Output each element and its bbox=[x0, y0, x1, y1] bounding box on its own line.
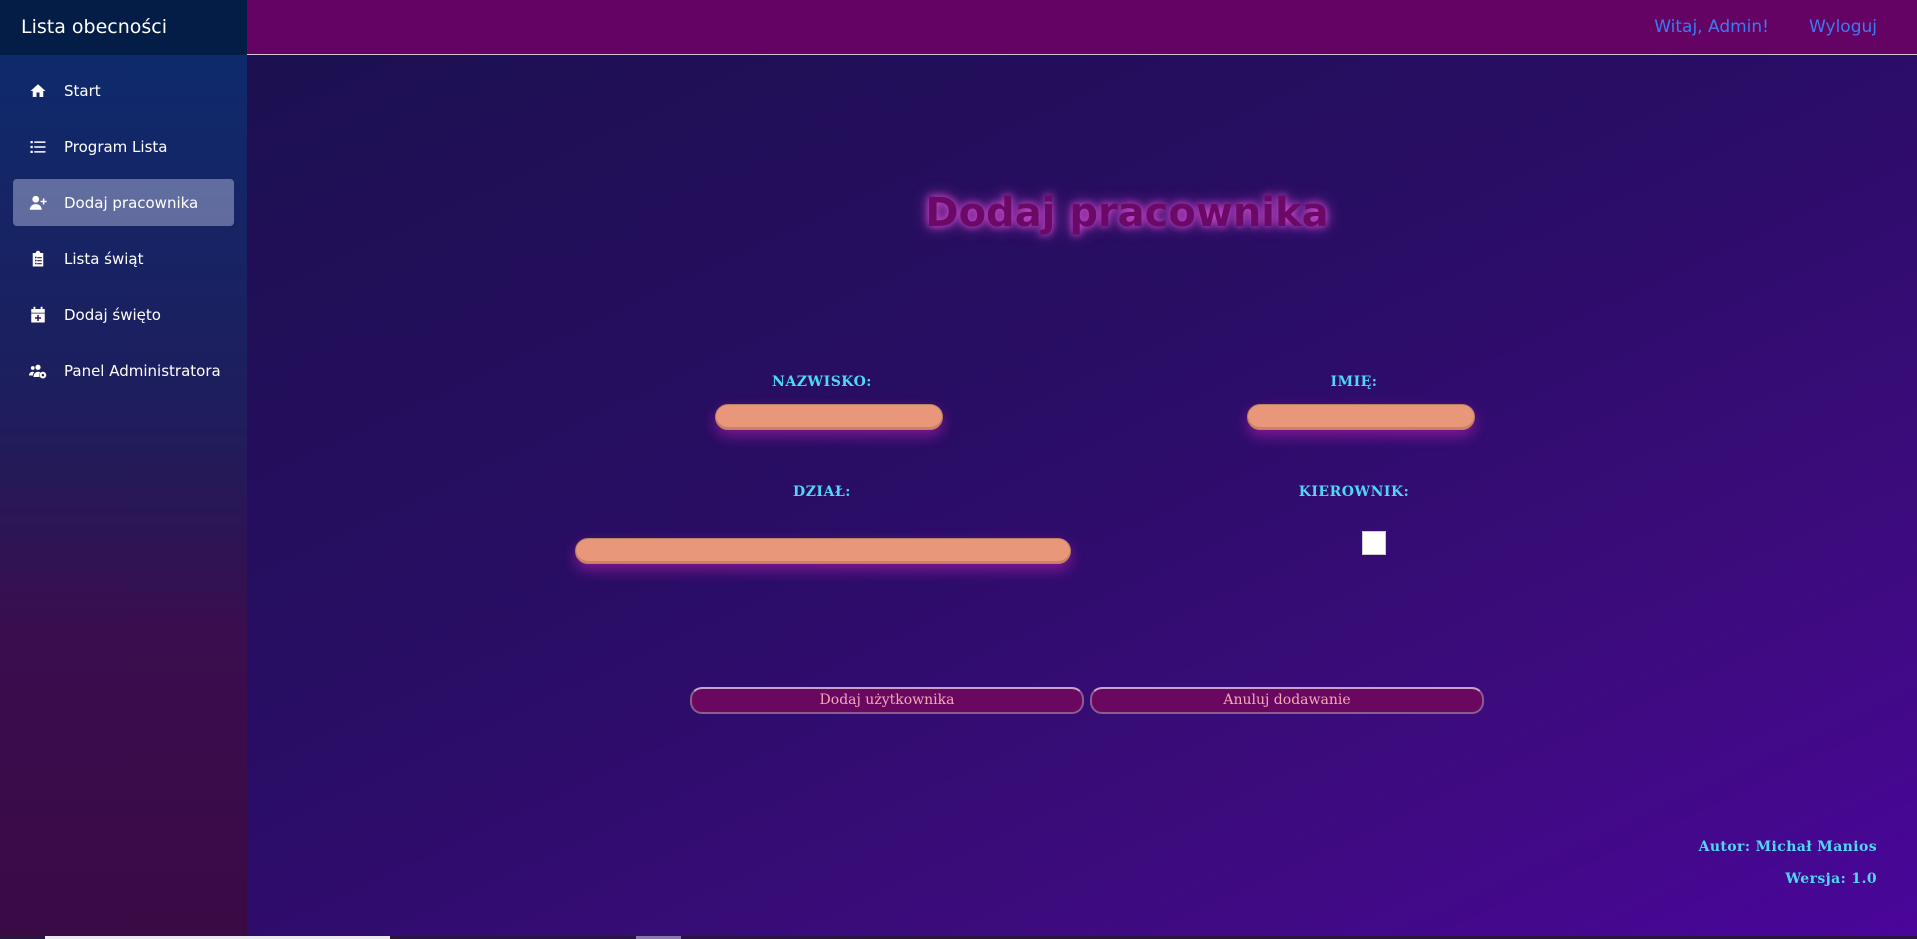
name-label: IMIĘ: bbox=[1330, 374, 1378, 390]
greeting-link[interactable]: Witaj, Admin! bbox=[1654, 0, 1769, 55]
clipboard-list-icon bbox=[28, 249, 48, 269]
name-input[interactable] bbox=[1247, 404, 1475, 430]
sidebar-item-label: Program Lista bbox=[64, 137, 168, 156]
sidebar-item-label: Dodaj pracownika bbox=[64, 193, 199, 212]
sidebar-item-start[interactable]: Start bbox=[13, 67, 234, 114]
manager-checkbox[interactable] bbox=[1362, 531, 1386, 555]
add-user-button[interactable]: Dodaj użytkownika bbox=[690, 687, 1084, 714]
surname-label: NAZWISKO: bbox=[772, 374, 872, 390]
page-title: Dodaj pracownika bbox=[925, 190, 1329, 236]
surname-input[interactable] bbox=[715, 404, 943, 430]
manager-label: KIEROWNIK: bbox=[1298, 484, 1410, 500]
author-text: Autor: Michał Manios bbox=[1698, 839, 1877, 855]
sidebar-item-panel-administratora[interactable]: Panel Administratora bbox=[13, 347, 234, 394]
cancel-add-button[interactable]: Anuluj dodawanie bbox=[1090, 687, 1484, 714]
calendar-plus-icon bbox=[28, 305, 48, 325]
sidebar-item-label: Panel Administratora bbox=[64, 361, 221, 380]
sidebar-item-lista-swiat[interactable]: Lista świąt bbox=[13, 235, 234, 282]
sidebar: Lista obecności Start Program Lista Doda… bbox=[0, 0, 247, 939]
sidebar-item-label: Dodaj święto bbox=[64, 305, 161, 324]
version-text: Wersja: 1.0 bbox=[1785, 871, 1877, 887]
department-input[interactable] bbox=[575, 538, 1071, 564]
logout-link[interactable]: Wyloguj bbox=[1809, 0, 1877, 55]
sidebar-item-dodaj-pracownika[interactable]: Dodaj pracownika bbox=[13, 179, 234, 226]
department-label: DZIAŁ: bbox=[793, 484, 851, 500]
sidebar-item-program-lista[interactable]: Program Lista bbox=[13, 123, 234, 170]
list-icon bbox=[28, 137, 48, 157]
user-plus-icon bbox=[28, 193, 48, 213]
sidebar-nav: Start Program Lista Dodaj pracownika Lis… bbox=[0, 55, 247, 394]
home-icon bbox=[28, 81, 48, 101]
sidebar-item-dodaj-swieto[interactable]: Dodaj święto bbox=[13, 291, 234, 338]
sidebar-item-label: Lista świąt bbox=[64, 249, 144, 268]
app-title[interactable]: Lista obecności bbox=[0, 0, 247, 55]
top-bar: Witaj, Admin! Wyloguj bbox=[247, 0, 1917, 55]
main-content: Dodaj pracownika NAZWISKO: IMIĘ: DZIAŁ: … bbox=[247, 55, 1917, 939]
sidebar-item-label: Start bbox=[64, 81, 101, 100]
users-cog-icon bbox=[28, 361, 48, 381]
